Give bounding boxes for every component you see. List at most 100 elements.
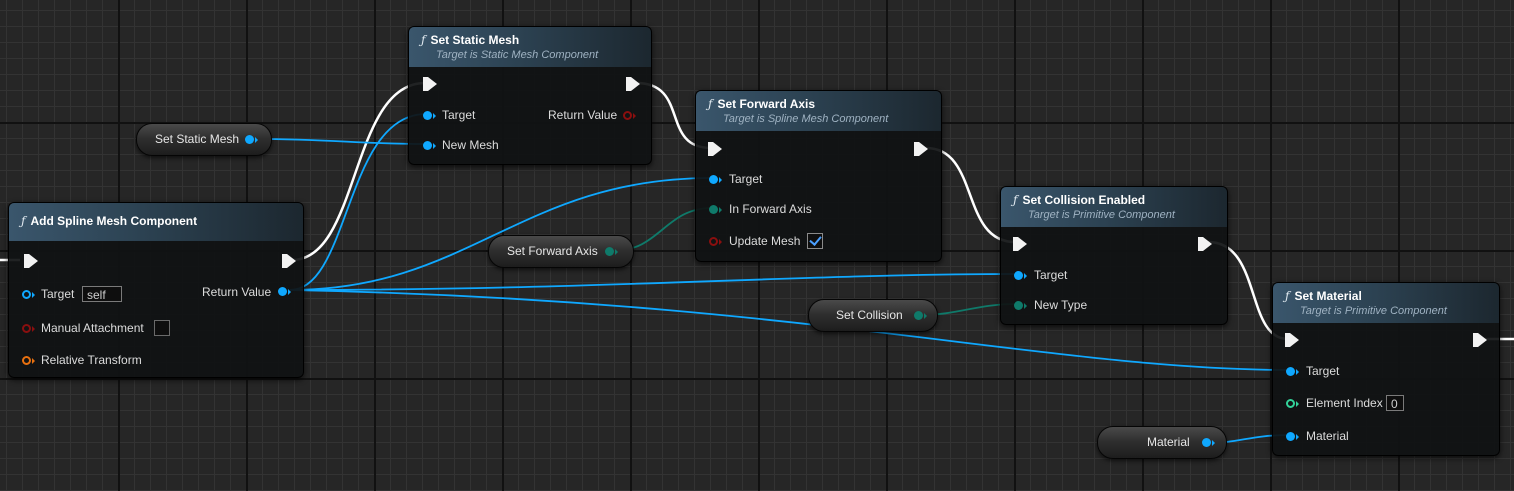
target-value-field[interactable]: self [82, 286, 122, 302]
pin-arrow-icon [719, 177, 722, 183]
node-subtitle: Target is Primitive Component [1028, 209, 1175, 221]
update-mesh-pin[interactable] [709, 237, 718, 246]
element-index-label: Element Index [1306, 396, 1383, 410]
pin-arrow-icon [615, 249, 618, 255]
set-static-mesh-node[interactable]: ƒ Set Static Mesh Target is Static Mesh C… [408, 26, 652, 165]
update-mesh-checkbox[interactable] [807, 233, 823, 249]
node-title: Add Spline Mesh Component [30, 214, 198, 228]
forward-axis-variable-pin[interactable] [605, 247, 614, 256]
return-value-label: Return Value [202, 285, 272, 299]
exec-out-pin[interactable] [1198, 237, 1212, 251]
pin-arrow-icon [1212, 440, 1215, 446]
node-header[interactable]: ƒ Set Material Target is Primitive Compon… [1273, 283, 1499, 323]
exec-wire-add-to-static [291, 81, 426, 262]
manual-attachment-pin[interactable] [22, 324, 31, 333]
material-variable[interactable]: Material [1097, 426, 1227, 459]
pin-arrow-icon [288, 289, 291, 295]
target-pin[interactable] [1014, 271, 1023, 280]
node-title: Set Material [1294, 289, 1362, 303]
pin-arrow-icon [32, 292, 35, 298]
pin-arrow-icon [719, 207, 722, 213]
return-value-pin[interactable] [623, 111, 632, 120]
exec-out-pin[interactable] [282, 254, 296, 268]
pin-arrow-icon [719, 239, 722, 245]
object-wire-static-var-to-new-mesh [255, 138, 427, 145]
collision-variable-pin[interactable] [914, 311, 923, 320]
relative-transform-label: Relative Transform [41, 353, 142, 367]
node-header[interactable]: ƒ Set Forward Axis Target is Spline Mesh … [696, 91, 941, 131]
static-mesh-variable-pin[interactable] [245, 135, 254, 144]
static-mesh-variable-label: Set Static Mesh [155, 132, 240, 146]
node-header[interactable]: ƒ Set Collision Enabled Target is Primiti… [1001, 187, 1227, 227]
exec-in-pin[interactable] [1013, 237, 1027, 251]
pin-arrow-icon [633, 113, 636, 119]
target-pin[interactable] [1286, 367, 1295, 376]
set-forward-axis-node[interactable]: ƒ Set Forward Axis Target is Spline Mesh … [695, 90, 942, 262]
exec-out-pin[interactable] [1473, 333, 1487, 347]
pin-arrow-icon [32, 326, 35, 332]
new-type-pin[interactable] [1014, 301, 1023, 310]
pin-arrow-icon [433, 143, 436, 149]
forward-axis-variable-label: Set Forward Axis [507, 244, 598, 258]
node-header[interactable]: ƒ Add Spline Mesh Component [9, 203, 303, 241]
return-value-pin[interactable] [278, 287, 287, 296]
target-pin[interactable] [423, 111, 432, 120]
target-label: Target [1034, 268, 1068, 282]
function-icon: ƒ [1285, 289, 1290, 303]
in-forward-axis-label: In Forward Axis [729, 202, 812, 216]
exec-out-pin[interactable] [626, 77, 640, 91]
in-forward-axis-pin[interactable] [709, 205, 718, 214]
exec-in-pin[interactable] [708, 142, 722, 156]
add-spline-mesh-component-node[interactable]: ƒ Add Spline Mesh Component Target self M… [8, 202, 304, 378]
checkmark-icon [809, 233, 822, 246]
node-title: Set Forward Axis [717, 97, 816, 111]
exec-in-pin[interactable] [24, 254, 38, 268]
target-label: Target [729, 172, 763, 186]
pin-arrow-icon [32, 358, 35, 364]
update-mesh-label: Update Mesh [729, 234, 801, 248]
exec-in-pin[interactable] [1285, 333, 1299, 347]
return-value-label: Return Value [548, 108, 618, 122]
node-subtitle: Target is Spline Mesh Component [723, 113, 889, 125]
material-label: Material [1306, 429, 1349, 443]
pin-arrow-icon [1296, 401, 1299, 407]
pin-arrow-icon [255, 137, 258, 143]
new-type-label: New Type [1034, 298, 1088, 312]
material-pin[interactable] [1286, 432, 1295, 441]
element-index-field[interactable]: 0 [1386, 395, 1404, 411]
pin-arrow-icon [924, 313, 927, 319]
element-index-pin[interactable] [1286, 399, 1295, 408]
function-icon: ƒ [1013, 193, 1018, 207]
collision-variable-label: Set Collision [836, 308, 903, 322]
manual-attachment-checkbox[interactable] [154, 320, 170, 336]
function-icon: ƒ [421, 33, 426, 47]
target-label: Target [442, 108, 476, 122]
exec-in-pin[interactable] [423, 77, 437, 91]
target-pin[interactable] [709, 175, 718, 184]
pin-arrow-icon [1024, 273, 1027, 279]
static-mesh-variable[interactable]: Set Static Mesh [136, 123, 272, 156]
forward-axis-variable[interactable]: Set Forward Axis [488, 235, 634, 268]
manual-attachment-label: Manual Attachment [41, 321, 144, 335]
collision-variable[interactable]: Set Collision [808, 299, 938, 332]
pin-arrow-icon [1296, 434, 1299, 440]
new-mesh-label: New Mesh [442, 138, 499, 152]
material-variable-label: Material [1147, 435, 1190, 449]
function-icon: ƒ [21, 214, 26, 228]
relative-transform-pin[interactable] [22, 356, 31, 365]
pin-arrow-icon [1024, 303, 1027, 309]
material-variable-pin[interactable] [1202, 438, 1211, 447]
set-collision-enabled-node[interactable]: ƒ Set Collision Enabled Target is Primiti… [1000, 186, 1228, 325]
target-label: Target [41, 287, 75, 301]
new-mesh-pin[interactable] [423, 141, 432, 150]
node-title: Set Static Mesh [430, 33, 520, 47]
node-subtitle: Target is Static Mesh Component [436, 49, 599, 61]
node-header[interactable]: ƒ Set Static Mesh Target is Static Mesh C… [409, 27, 651, 67]
node-subtitle: Target is Primitive Component [1300, 305, 1447, 317]
node-title: Set Collision Enabled [1022, 193, 1146, 207]
object-wire-return-to-collision-target [289, 273, 1018, 291]
target-label: Target [1306, 364, 1340, 378]
target-pin[interactable] [22, 290, 31, 299]
exec-out-pin[interactable] [914, 142, 928, 156]
set-material-node[interactable]: ƒ Set Material Target is Primitive Compon… [1272, 282, 1500, 456]
